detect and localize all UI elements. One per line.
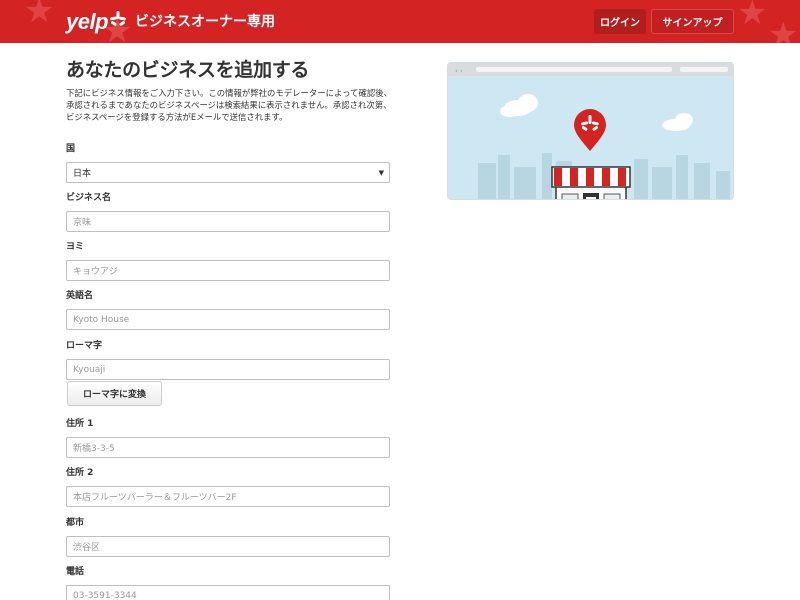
country-select[interactable]: 日本 ▼ (66, 162, 390, 183)
address1-field: 住所 1 新橋3-3-5 (66, 418, 390, 458)
business-name-input[interactable]: 京味 (66, 211, 390, 232)
svg-text:‹ ›: ‹ › (455, 67, 463, 75)
romaji-label: ローマ字 (66, 341, 103, 351)
reading-field: ヨミ キョウアジ (66, 241, 390, 281)
english-name-field: 英語名 Kyoto House (66, 290, 390, 330)
reading-placeholder: キョウアジ (73, 267, 118, 277)
city-input[interactable]: 渋谷区 (66, 536, 390, 557)
reading-label: ヨミ (66, 242, 85, 252)
romaji-input[interactable]: Kyouaji (66, 359, 390, 380)
reading-input[interactable]: キョウアジ (66, 260, 390, 281)
convert-to-romaji-button[interactable]: ローマ字に変換 (67, 381, 162, 406)
login-button[interactable]: ログイン (594, 9, 646, 34)
intro-text: 下記にビジネス情報をご入力下さい。この情報が弊社のモデレーターによって確認後、承… (66, 88, 392, 122)
address1-input[interactable]: 新橋3-3-5 (66, 437, 390, 458)
cloud-icon (662, 113, 693, 131)
english-name-input[interactable]: Kyoto House (66, 309, 390, 330)
page-title: あなたのビジネスを追加する (66, 59, 310, 81)
phone-input[interactable]: 03-3591-3344 (66, 585, 390, 600)
romaji-placeholder: Kyouaji (73, 364, 106, 375)
decorative-star-icon: ★ (768, 15, 799, 43)
phone-label: 電話 (66, 567, 85, 577)
phone-field: 電話 03-3591-3344 (66, 566, 390, 600)
yelp-logo[interactable]: yelp (66, 7, 126, 37)
business-illustration: ‹ › (447, 62, 734, 200)
english-name-placeholder: Kyoto House (73, 314, 130, 325)
top-header: ★ ★ ★ ★ yelp ビジネスオーナー専用 ログイン サインアップ (0, 0, 800, 43)
header-title: ビジネスオーナー専用 (135, 14, 275, 30)
business-name-field: ビジネス名 京味 (66, 192, 390, 232)
city-label: 都市 (66, 518, 85, 528)
address2-placeholder: 本店フルーツパーラー＆フルーツバー2F (73, 493, 237, 503)
english-name-label: 英語名 (66, 291, 94, 301)
phone-placeholder: 03-3591-3344 (73, 590, 137, 600)
decorative-star-icon: ★ (737, 0, 768, 33)
yelp-map-pin-icon (574, 109, 606, 151)
storefront-scene: ‹ › (448, 63, 733, 199)
cloud-icon (500, 94, 538, 117)
country-selected-value: 日本 (73, 169, 92, 179)
romaji-field: ローマ字 Kyouaji (66, 340, 390, 380)
address2-label: 住所 2 (66, 468, 94, 478)
signup-button[interactable]: サインアップ (651, 9, 734, 34)
country-label: 国 (66, 144, 76, 154)
address1-placeholder: 新橋3-3-5 (73, 444, 115, 454)
business-name-placeholder: 京味 (73, 218, 92, 228)
address1-label: 住所 1 (66, 419, 94, 429)
country-field: 国 日本 ▼ (66, 143, 390, 183)
chevron-down-icon: ▼ (378, 169, 384, 177)
city-field: 都市 渋谷区 (66, 517, 390, 557)
yelp-burst-icon (110, 11, 126, 26)
address2-input[interactable]: 本店フルーツパーラー＆フルーツバー2F (66, 486, 390, 507)
yelp-logo-text: yelp (66, 9, 109, 34)
decorative-star-icon: ★ (24, 0, 55, 31)
business-name-label: ビジネス名 (66, 193, 112, 203)
storefront-icon (551, 166, 631, 199)
form-intro: あなたのビジネスを追加する 下記にビジネス情報をご入力下さい。この情報が弊社のモ… (66, 58, 392, 123)
city-placeholder: 渋谷区 (73, 543, 101, 553)
address2-field: 住所 2 本店フルーツパーラー＆フルーツバー2F (66, 467, 390, 507)
